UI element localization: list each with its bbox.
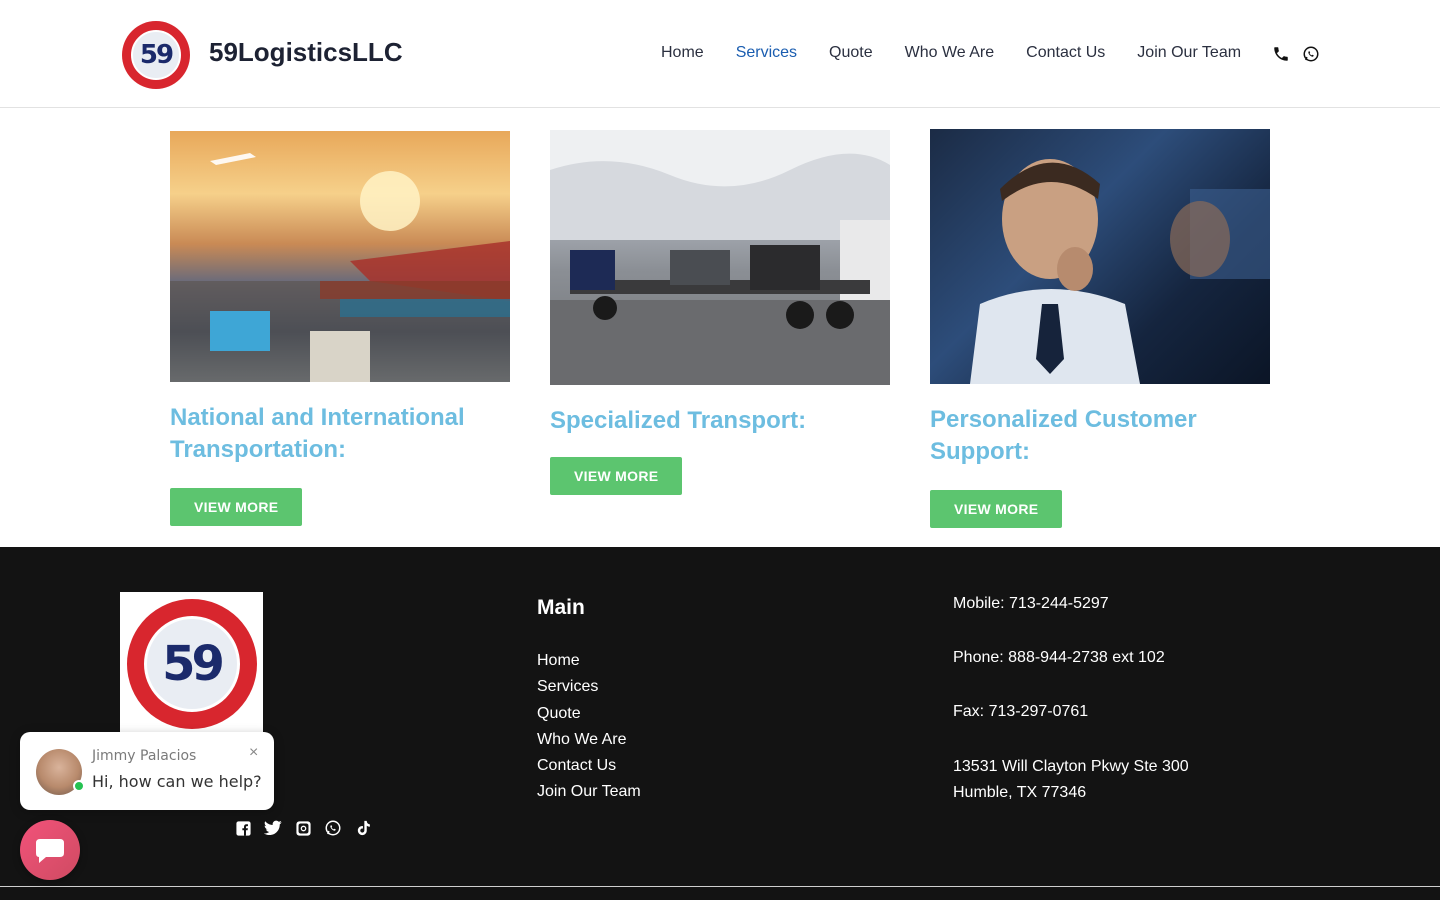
facebook-icon[interactable] — [234, 819, 252, 837]
service-card: National and International Transportatio… — [170, 131, 510, 526]
whatsapp-icon[interactable] — [1301, 44, 1321, 64]
footer-divider — [0, 886, 1440, 887]
main-nav: Home Services Quote Who We Are Contact U… — [661, 43, 1273, 63]
nav-join-our-team[interactable]: Join Our Team — [1137, 43, 1241, 63]
footer-phone: Phone: 888-944-2738 ext 102 — [953, 649, 1165, 666]
tiktok-icon[interactable] — [354, 819, 372, 837]
customer-support-agent-photo — [930, 129, 1270, 384]
phone-icon[interactable] — [1271, 44, 1291, 64]
footer-links: Home Services Quote Who We Are Contact U… — [537, 648, 641, 806]
service-title: Specialized Transport: — [550, 407, 807, 434]
view-more-button[interactable]: VIEW MORE — [550, 457, 683, 495]
view-more-button[interactable]: VIEW MORE — [170, 488, 303, 526]
footer-link-quote[interactable]: Quote — [537, 701, 641, 727]
chat-launcher-button[interactable] — [20, 820, 80, 880]
social-links — [234, 819, 372, 837]
chat-icon — [36, 839, 64, 863]
logo[interactable]: 59 — [122, 21, 190, 89]
chat-agent-name: Jimmy Palacios — [92, 748, 197, 764]
service-title: Personalized Customer Support: — [930, 406, 1197, 465]
footer-link-contact-us[interactable]: Contact Us — [537, 753, 641, 779]
footer-link-home[interactable]: Home — [537, 648, 641, 674]
whatsapp-icon[interactable] — [324, 819, 342, 837]
twitter-icon[interactable] — [264, 819, 282, 837]
brand-name[interactable]: 59LogisticsLLC — [209, 37, 403, 68]
footer-address-line1: 13531 Will Clayton Pkwy Ste 300 — [953, 758, 1189, 775]
flatbed-truck-photo — [550, 130, 890, 385]
footer-logo[interactable]: 59 — [120, 592, 263, 735]
chat-message: Hi, how can we help? — [92, 772, 262, 791]
footer-main-title: Main — [537, 596, 585, 619]
instagram-icon[interactable] — [294, 819, 312, 837]
service-card: Personalized Customer Support: VIEW MORE — [930, 129, 1270, 528]
footer-logo-text: 59 — [143, 615, 240, 712]
site-header: 59 59LogisticsLLC Home Services Quote Wh… — [0, 0, 1440, 108]
footer-link-join-our-team[interactable]: Join Our Team — [537, 779, 641, 805]
view-more-button[interactable]: VIEW MORE — [930, 490, 1063, 528]
footer-address-line2: Humble, TX 77346 — [953, 784, 1087, 801]
nav-quote[interactable]: Quote — [829, 43, 873, 63]
logo-text: 59 — [131, 30, 181, 80]
nav-contact-us[interactable]: Contact Us — [1026, 43, 1105, 63]
service-title: National and International Transportatio… — [170, 404, 465, 463]
chat-popup[interactable]: Jimmy Palacios Hi, how can we help? × — [20, 732, 274, 810]
footer-link-services[interactable]: Services — [537, 674, 641, 700]
footer-link-who-we-are[interactable]: Who We Are — [537, 727, 641, 753]
service-card: Specialized Transport: VIEW MORE — [550, 130, 890, 495]
footer-mobile: Mobile: 713-244-5297 — [953, 595, 1109, 612]
footer-fax: Fax: 713-297-0761 — [953, 703, 1089, 720]
nav-home[interactable]: Home — [661, 43, 704, 63]
nav-services[interactable]: Services — [736, 43, 797, 63]
online-status-dot — [73, 780, 85, 792]
port-logistics-photo — [170, 131, 510, 382]
close-icon[interactable]: × — [249, 744, 258, 762]
nav-who-we-are[interactable]: Who We Are — [905, 43, 995, 63]
